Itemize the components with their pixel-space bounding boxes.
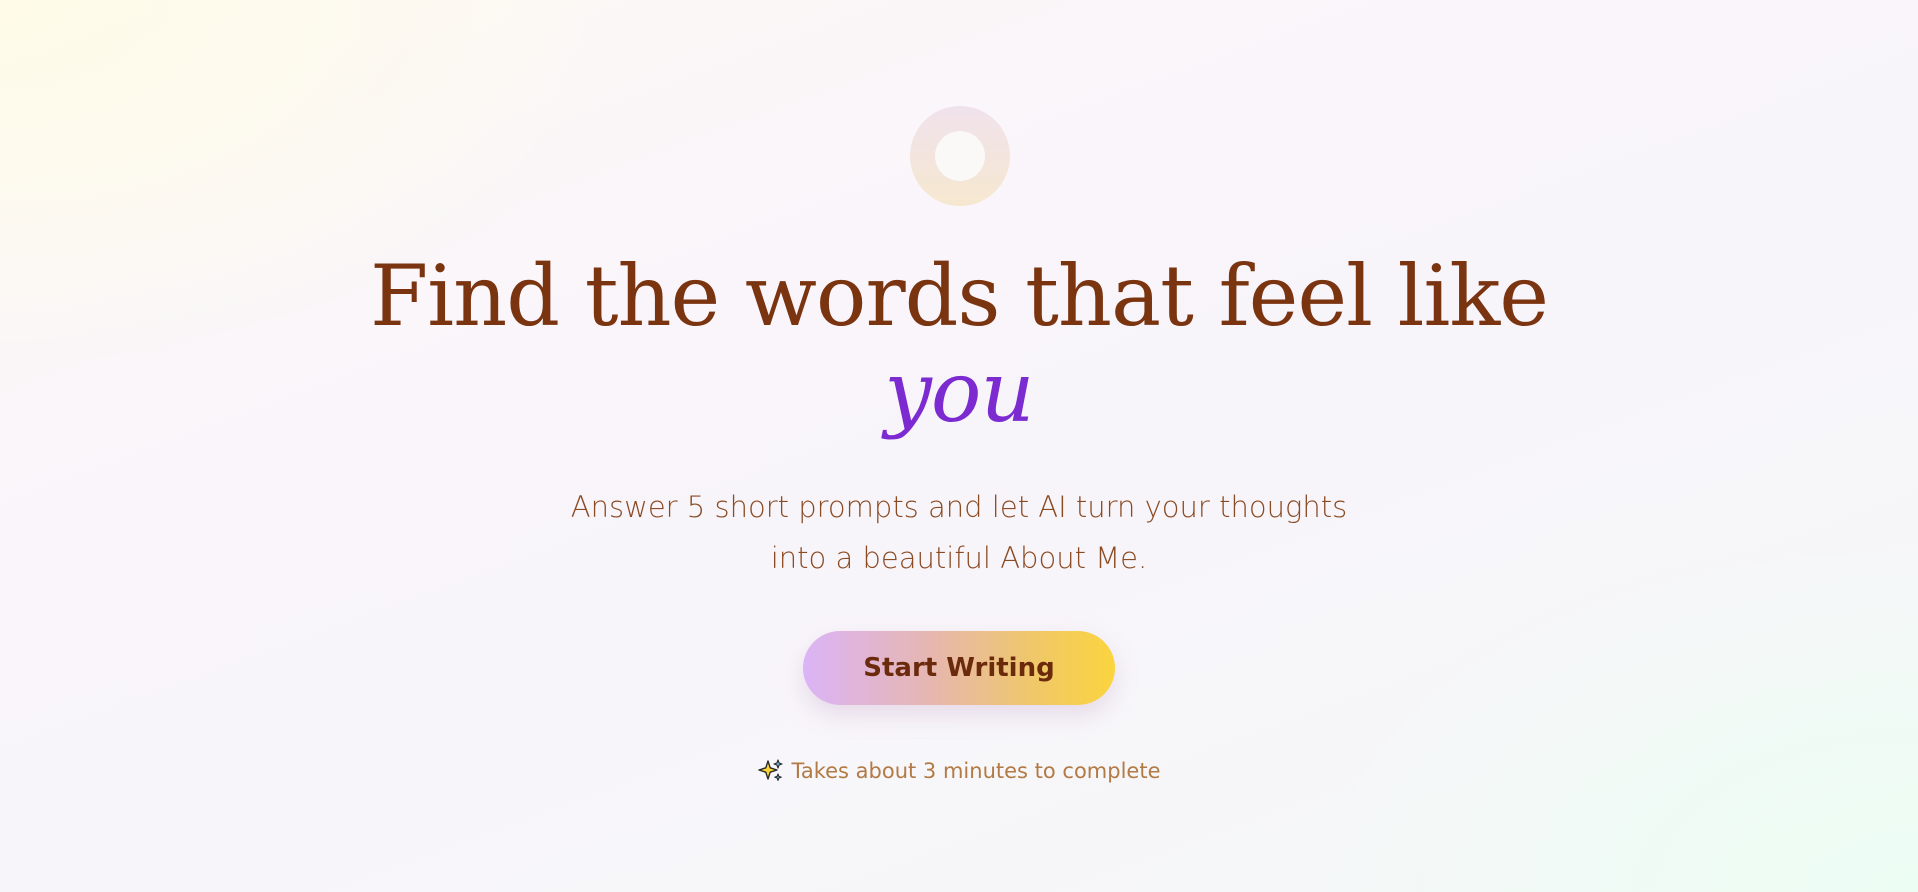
- ring-logo-icon: [910, 106, 1010, 206]
- headline-accent: you: [884, 343, 1034, 441]
- headline-main: Find the words that feel like: [369, 247, 1549, 345]
- sparkle-icon: [757, 758, 784, 784]
- start-writing-button[interactable]: Start Writing: [803, 631, 1115, 705]
- time-hint: Takes about 3 minutes to complete: [660, 758, 1258, 784]
- hint-text: Takes about 3 minutes to complete: [791, 759, 1161, 783]
- subtitle: Answer 5 short prompts and let AI turn y…: [570, 490, 1348, 575]
- page-title: Find the words that feel like you: [300, 248, 1618, 440]
- hero-section: Find the words that feel like you Answer…: [0, 0, 1918, 892]
